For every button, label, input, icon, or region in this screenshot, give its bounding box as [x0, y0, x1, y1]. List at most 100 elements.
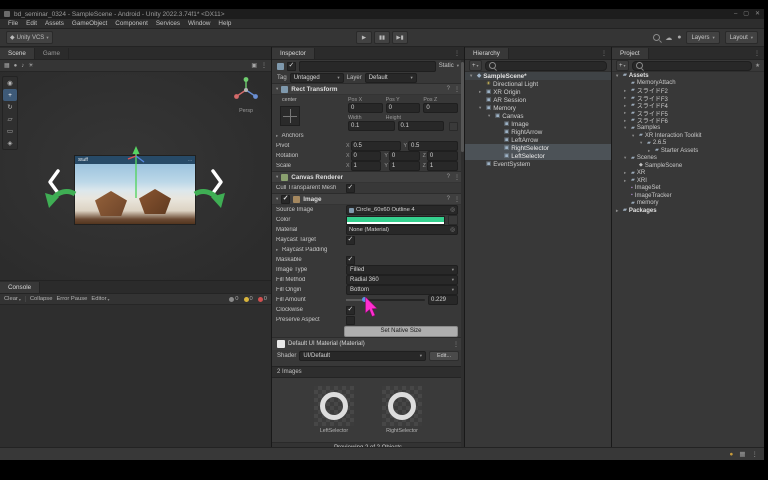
console-status-icon[interactable]: ▦: [739, 450, 745, 458]
help-icon[interactable]: ?: [447, 86, 450, 93]
project-row[interactable]: ▸ ▰ スライドF6: [612, 117, 764, 125]
scale-field[interactable]: X 1: [346, 161, 381, 171]
raycast-target-checkbox[interactable]: [346, 236, 355, 245]
account-icon[interactable]: ●: [677, 34, 681, 41]
maskable-checkbox[interactable]: [346, 256, 355, 265]
image-type-dropdown[interactable]: Filled▾: [346, 265, 458, 275]
minimize-icon[interactable]: –: [734, 9, 737, 19]
foldout-icon[interactable]: ▾: [624, 125, 629, 131]
clockwise-checkbox[interactable]: [346, 306, 355, 315]
raycast-padding-row[interactable]: ▸ Raycast Padding: [272, 245, 464, 255]
help-icon[interactable]: ?: [447, 174, 450, 181]
search-icon[interactable]: [653, 34, 660, 41]
foldout-icon[interactable]: ▾: [276, 196, 278, 202]
cull-transparent-checkbox[interactable]: [346, 184, 355, 193]
hierarchy-row[interactable]: ▣ RightArrow: [465, 128, 611, 136]
tab-scene-game[interactable]: Scene: [0, 48, 35, 59]
material-field[interactable]: None (Material) ◎: [346, 225, 458, 235]
shader-dropdown[interactable]: UI/Default▾: [299, 351, 426, 361]
pos-y-field[interactable]: 0: [386, 103, 421, 113]
project-row[interactable]: ▪ ImageSet: [612, 185, 764, 193]
project-row[interactable]: ▾ ▰ 2.6.5: [612, 140, 764, 148]
active-checkbox[interactable]: [287, 62, 296, 71]
tab-scene-game[interactable]: Game: [35, 48, 69, 59]
foldout-icon[interactable]: ▸: [276, 247, 278, 252]
rotation-field[interactable]: Y 0: [384, 151, 419, 161]
fill-amount-slider[interactable]: [346, 296, 425, 304]
hierarchy-row[interactable]: ▾ ▣ Canvas: [465, 112, 611, 120]
hierarchy-row[interactable]: ▾ ▣ Memory: [465, 104, 611, 112]
foldout-icon[interactable]: ▾: [632, 133, 637, 139]
foldout-icon[interactable]: ▾: [640, 140, 645, 146]
project-row[interactable]: ▸ ▰ XRI: [612, 177, 764, 185]
menu-item[interactable]: Window: [184, 20, 214, 27]
set-native-size-button[interactable]: Set Native Size: [344, 326, 458, 337]
slider-handle[interactable]: [362, 297, 367, 302]
foldout-icon[interactable]: ▾: [616, 73, 621, 79]
material-preview-header[interactable]: Default UI Material (Material) ⋮: [272, 337, 464, 350]
help-icon[interactable]: ?: [447, 196, 450, 203]
hierarchy-row[interactable]: ▾ ◆ SampleScene*: [465, 72, 611, 80]
foldout-icon[interactable]: ▸: [276, 133, 278, 138]
more-options-icon[interactable]: ⋮: [453, 341, 459, 348]
view-tool-icon[interactable]: ◉: [3, 77, 17, 89]
create-button[interactable]: +▾: [469, 60, 482, 71]
camera-icon[interactable]: ▣: [251, 62, 257, 69]
unity-vcs-button[interactable]: ◆ Unity VCS ▾: [6, 31, 53, 44]
rotation-field[interactable]: Z 0: [423, 151, 458, 161]
project-row[interactable]: ▸ ▰ Starter Assets: [612, 147, 764, 155]
foldout-icon[interactable]: ▾: [488, 113, 493, 119]
project-row[interactable]: ▾ ▰ Assets: [612, 72, 764, 80]
hierarchy-row[interactable]: ▣ LeftArrow: [465, 136, 611, 144]
more-options-icon[interactable]: ⋮: [750, 50, 764, 57]
eyedropper-icon[interactable]: [448, 215, 458, 225]
console-collapse-toggle[interactable]: Collapse: [30, 296, 53, 302]
hierarchy-row[interactable]: ▸ ▣ XR Origin: [465, 88, 611, 96]
menu-item[interactable]: GameObject: [68, 20, 111, 27]
foldout-icon[interactable]: ▸: [624, 118, 629, 124]
pause-button[interactable]: ▮▮: [374, 31, 390, 44]
project-row[interactable]: ▪ ImageTracker: [612, 192, 764, 200]
object-picker-icon[interactable]: ◎: [450, 227, 455, 233]
hierarchy-row[interactable]: ▣ Image: [465, 120, 611, 128]
project-row[interactable]: ▸ ▰ XR: [612, 170, 764, 178]
canvas-renderer-header[interactable]: ▾ Canvas Renderer ?⋮: [272, 171, 464, 183]
object-picker-icon[interactable]: ◎: [450, 207, 455, 213]
project-row[interactable]: ▸ ▰ スライドF2: [612, 87, 764, 95]
source-image-field[interactable]: Circle_60x60 Outline 4 ◎: [346, 205, 458, 215]
cloud-icon[interactable]: ☁: [665, 34, 672, 42]
hierarchy-row[interactable]: ▣ LeftSelector: [465, 152, 611, 160]
image-component-header[interactable]: ▾ Image ?⋮: [272, 193, 464, 205]
fill-method-dropdown[interactable]: Radial 360▾: [346, 275, 458, 285]
fill-origin-dropdown[interactable]: Bottom▾: [346, 285, 458, 295]
rect-transform-header[interactable]: ▾ Rect Transform ?⋮: [272, 83, 464, 95]
project-row[interactable]: ▾ ▰ Samples: [612, 125, 764, 133]
layer-dropdown[interactable]: Default▾: [365, 73, 417, 83]
tab-inspector[interactable]: Inspector: [272, 48, 315, 59]
project-row[interactable]: ▾ ▰ XR Interaction Toolkit: [612, 132, 764, 140]
chevron-down-icon[interactable]: ▾: [457, 63, 459, 69]
scene-orientation-gizmo[interactable]: Persp: [229, 76, 263, 114]
rect-tool-icon[interactable]: ▭: [3, 125, 17, 137]
move-gizmo[interactable]: [126, 146, 152, 204]
foldout-icon[interactable]: ▸: [624, 110, 629, 116]
foldout-icon[interactable]: ▸: [624, 95, 629, 101]
tab-project[interactable]: Project: [612, 48, 649, 59]
pivot-field[interactable]: X 0.5: [346, 141, 401, 151]
height-field[interactable]: 0.1: [398, 121, 445, 131]
foldout-icon[interactable]: ▸: [616, 208, 621, 214]
tab-hierarchy[interactable]: Hierarchy: [465, 48, 509, 59]
project-row[interactable]: ◆ SampleScene: [612, 162, 764, 170]
console-error-pause-toggle[interactable]: Error Pause: [56, 296, 87, 302]
gameobject-name-field[interactable]: [299, 61, 436, 72]
console-log-area[interactable]: [0, 305, 271, 447]
rotation-field[interactable]: X 0: [346, 151, 381, 161]
rotate-tool-icon[interactable]: ↻: [3, 101, 17, 113]
lighting-toggle-icon[interactable]: ☀: [28, 62, 33, 69]
layers-dropdown[interactable]: Layers ▾: [686, 31, 719, 44]
foldout-icon[interactable]: ▸: [479, 89, 484, 95]
foldout-icon[interactable]: ▾: [479, 105, 484, 111]
preview-count-bar[interactable]: 2 Images: [272, 366, 464, 378]
tab-console[interactable]: Console: [0, 282, 40, 293]
project-row[interactable]: ▸ ▰ スライドF3: [612, 95, 764, 103]
